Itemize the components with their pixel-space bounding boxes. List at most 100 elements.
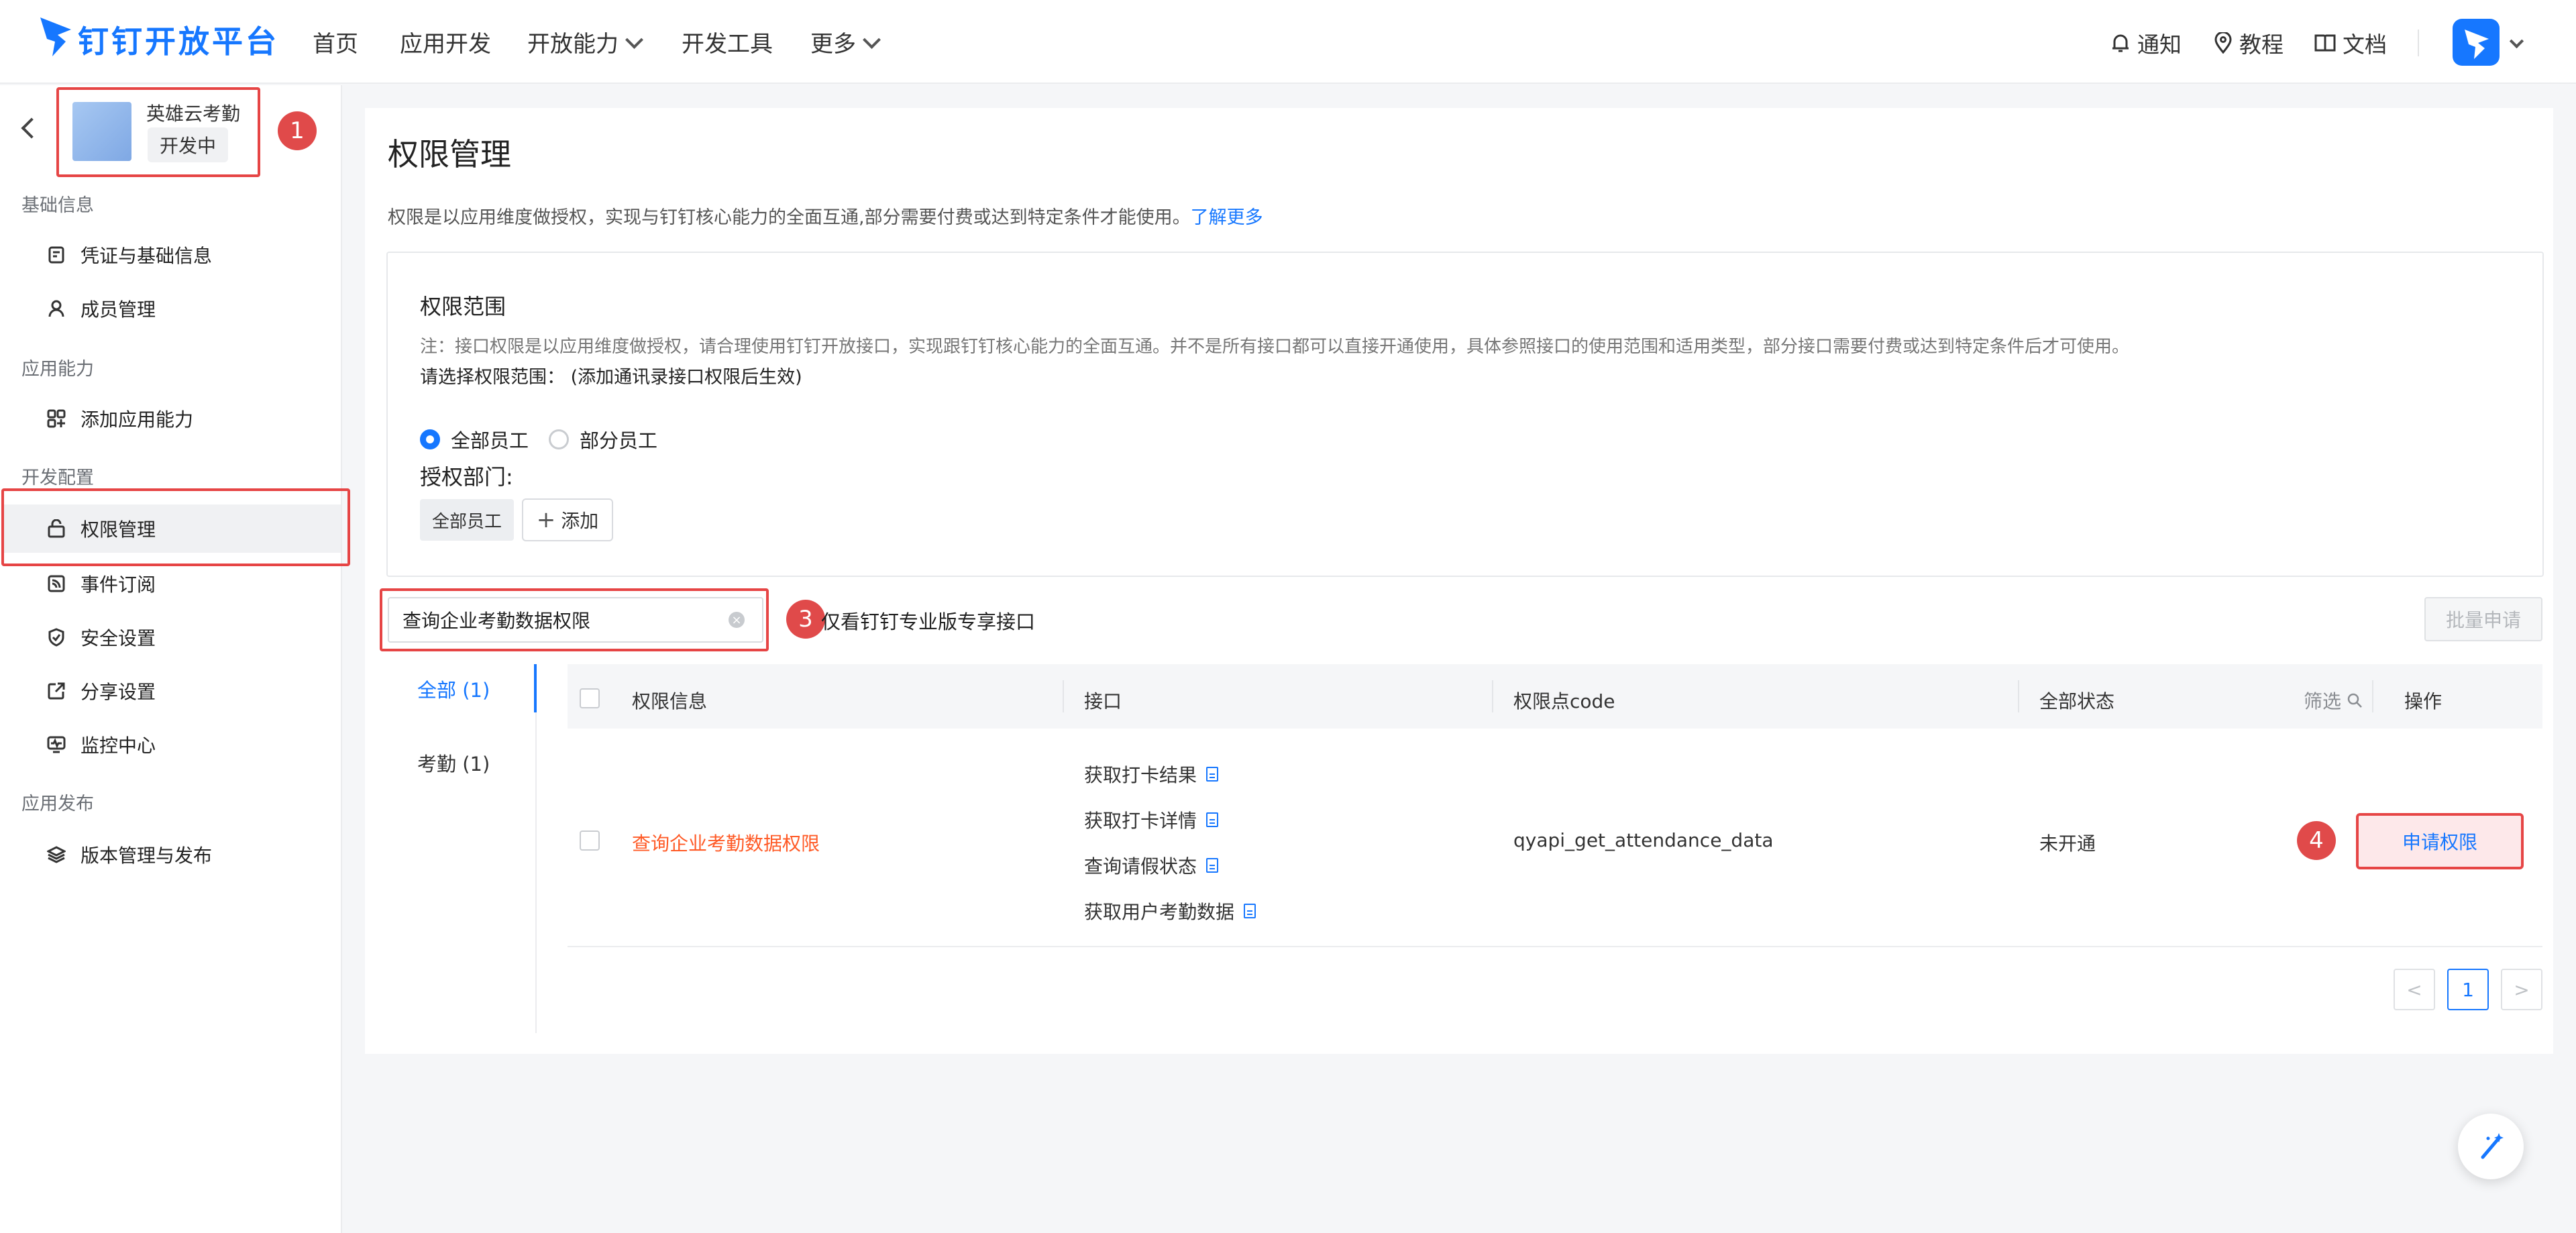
authorized-department-label: 授权部门: xyxy=(420,464,513,490)
avatar[interactable] xyxy=(2453,19,2500,66)
layers-icon xyxy=(47,845,66,864)
sidebar-item-monitor[interactable]: 监控中心 xyxy=(47,720,329,769)
sidebar-item-label: 监控中心 xyxy=(80,735,156,757)
nav-open-capability-label: 开放能力 xyxy=(527,31,619,58)
select-all-checkbox[interactable] xyxy=(580,688,600,708)
search-icon xyxy=(2347,693,2362,708)
next-page-button[interactable]: > xyxy=(2501,969,2542,1010)
api-name: 获取打卡详情 xyxy=(1084,810,1197,832)
nav-dev-tools[interactable]: 开发工具 xyxy=(682,25,773,58)
tab-attendance[interactable]: 考勤 (1) xyxy=(417,749,490,777)
brand-name[interactable]: 钉钉开放平台 xyxy=(78,17,279,62)
sidebar-item-members[interactable]: 成员管理 xyxy=(47,284,329,333)
filter-label: 筛选 xyxy=(2304,690,2342,712)
row-checkbox[interactable] xyxy=(580,830,600,851)
document-icon[interactable] xyxy=(1206,767,1219,782)
radio-label: 全部员工 xyxy=(451,429,529,452)
page-description: 权限是以应用维度做授权，实现与钉钉核心能力的全面互通,部分需要付费或达到特定条件… xyxy=(388,203,1263,229)
apply-permission-button[interactable]: 申请权限 xyxy=(2356,813,2524,869)
nav-home[interactable]: 首页 xyxy=(313,25,358,58)
pro-only-filter-checkbox[interactable]: 仅看钉钉专业版专享接口 xyxy=(821,606,1035,635)
api-name: 获取打卡结果 xyxy=(1084,764,1197,786)
sidebar-item-label: 成员管理 xyxy=(80,299,156,321)
permission-status: 未开通 xyxy=(2039,833,2096,855)
scope-note: 注：接口权限是以应用维度做授权，请合理使用钉钉开放接口，实现跟钉钉核心能力的全面… xyxy=(420,337,2130,357)
notification-link[interactable]: 通知 xyxy=(2110,27,2182,59)
ai-assistant-button[interactable] xyxy=(2458,1114,2524,1179)
main-content-card xyxy=(365,108,2553,1054)
docs-link[interactable]: 文档 xyxy=(2314,27,2387,59)
document-icon[interactable] xyxy=(1244,904,1256,918)
sidebar-item-label: 凭证与基础信息 xyxy=(80,245,213,267)
sidebar-item-label: 分享设置 xyxy=(80,681,156,703)
nav-more-label: 更多 xyxy=(810,31,856,58)
api-link[interactable]: 获取用户考勤数据 xyxy=(1084,898,1256,924)
sidebar-item-event-subscription[interactable]: 事件订阅 xyxy=(47,559,329,608)
user-icon xyxy=(47,299,66,318)
radio-partial-staff[interactable]: 部分员工 xyxy=(549,425,657,453)
header-api: 接口 xyxy=(1084,690,1122,712)
annotation-box-3 xyxy=(380,588,769,651)
annotation-box-1 xyxy=(56,87,260,177)
shield-icon xyxy=(47,628,66,647)
bulk-apply-button[interactable]: 批量申请 xyxy=(2424,597,2542,641)
nav-app-dev[interactable]: 应用开发 xyxy=(400,25,491,58)
tutorial-link[interactable]: 教程 xyxy=(2214,27,2284,59)
page-title: 权限管理 xyxy=(388,136,511,172)
column-divider xyxy=(2018,680,2019,712)
header-permission-info: 权限信息 xyxy=(632,690,708,712)
column-divider xyxy=(2372,680,2373,712)
rss-icon xyxy=(47,574,66,593)
annotation-badge-1: 1 xyxy=(278,111,317,150)
group-title-dev-config: 开发配置 xyxy=(21,468,94,488)
sidebar-item-security[interactable]: 安全设置 xyxy=(47,613,329,661)
sidebar-item-label: 事件订阅 xyxy=(80,574,156,596)
sidebar-item-add-capability[interactable]: 添加应用能力 xyxy=(47,394,329,443)
prev-page-button[interactable]: < xyxy=(2394,969,2435,1010)
header-permission-code: 权限点code xyxy=(1513,690,1615,712)
share-icon xyxy=(47,682,66,700)
sidebar-item-label: 添加应用能力 xyxy=(80,409,194,431)
chevron-down-icon xyxy=(625,31,643,49)
annotation-badge-4: 4 xyxy=(2297,821,2336,860)
status-filter-button[interactable]: 筛选 xyxy=(2304,687,2363,714)
radio-all-staff[interactable]: 全部员工 xyxy=(420,425,529,453)
page-description-text: 权限是以应用维度做授权，实现与钉钉核心能力的全面互通,部分需要付费或达到特定条件… xyxy=(388,207,1191,228)
current-page-button[interactable]: 1 xyxy=(2447,969,2489,1010)
sidebar-item-credentials[interactable]: 凭证与基础信息 xyxy=(47,231,329,279)
group-title-capability: 应用能力 xyxy=(21,359,94,380)
learn-more-link[interactable]: 了解更多 xyxy=(1191,207,1263,228)
nav-divider xyxy=(2418,30,2419,56)
chevron-down-icon xyxy=(863,31,881,49)
add-department-button[interactable]: + 添加 xyxy=(522,498,613,541)
nav-open-capability[interactable]: 开放能力 xyxy=(527,25,643,58)
credential-icon xyxy=(47,246,66,264)
sidebar-item-version[interactable]: 版本管理与发布 xyxy=(47,830,329,879)
annotation-badge-3: 3 xyxy=(786,600,825,639)
radio-unselected-icon xyxy=(549,429,569,449)
api-link[interactable]: 获取打卡详情 xyxy=(1084,806,1219,833)
permission-name[interactable]: 查询企业考勤数据权限 xyxy=(632,829,820,856)
grid-add-icon xyxy=(47,409,66,428)
scope-prompt: 请选择权限范围： (添加通讯录接口权限后生效) xyxy=(420,367,802,388)
api-link[interactable]: 查询请假状态 xyxy=(1084,852,1219,879)
radio-selected-icon xyxy=(420,429,440,449)
permission-scope-panel xyxy=(386,252,2544,577)
document-icon[interactable] xyxy=(1206,812,1219,827)
tab-all[interactable]: 全部 (1) xyxy=(417,675,490,703)
bell-icon xyxy=(2112,34,2129,52)
category-tabs-divider xyxy=(535,664,537,1033)
column-divider xyxy=(1063,680,1064,712)
nav-more[interactable]: 更多 xyxy=(810,25,881,58)
table-row-divider xyxy=(568,946,2542,947)
sidebar-item-share[interactable]: 分享设置 xyxy=(47,667,329,715)
dingtalk-logo-icon[interactable] xyxy=(38,15,74,59)
document-icon[interactable] xyxy=(1206,858,1219,873)
api-name: 查询请假状态 xyxy=(1084,855,1197,877)
header-action: 操作 xyxy=(2404,690,2443,712)
api-link[interactable]: 获取打卡结果 xyxy=(1084,761,1219,788)
department-tag: 全部员工 xyxy=(420,499,515,541)
radio-label: 部分员工 xyxy=(580,429,658,452)
sidebar-item-label: 版本管理与发布 xyxy=(80,845,213,867)
api-name: 获取用户考勤数据 xyxy=(1084,901,1235,923)
